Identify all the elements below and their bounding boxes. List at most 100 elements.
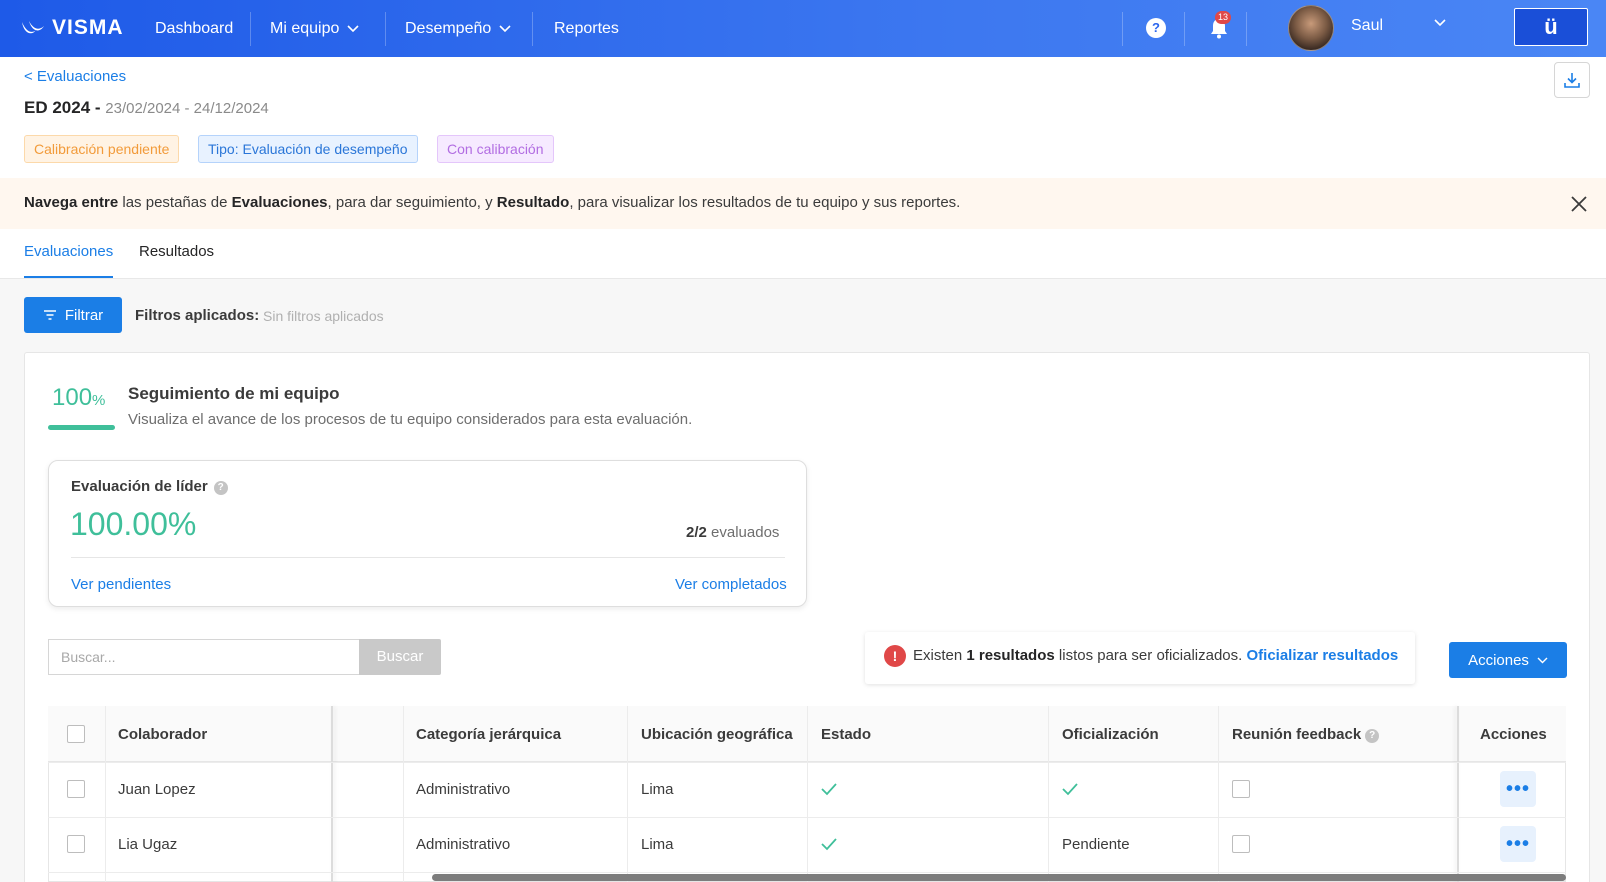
reunion-header-label: Reunión feedback (1232, 726, 1362, 743)
filter-button-label: Filtrar (64, 306, 104, 324)
nav-separator (532, 12, 533, 46)
banner-text-1: las pestañas de (118, 194, 232, 211)
leader-title-text: Evaluación de líder (71, 478, 208, 495)
select-all-checkbox[interactable] (67, 725, 85, 743)
fixed-column-divider (331, 706, 333, 882)
alert-icon: ! (884, 645, 906, 667)
row-categoria: Administrativo (416, 781, 511, 798)
info-banner: Navega entre las pestañas de Evaluacione… (0, 178, 1606, 229)
top-navbar: VISMA Dashboard Mi equipo Desempeño Repo… (0, 0, 1606, 57)
nav-separator (1246, 12, 1247, 46)
leader-card-divider (71, 557, 785, 558)
row-checkbox[interactable] (67, 780, 85, 798)
nav-desempeno[interactable]: Desempeño (405, 0, 511, 57)
column-header-reunion[interactable]: Reunión feedback? (1232, 726, 1380, 743)
close-icon[interactable] (1570, 195, 1588, 213)
view-completed-link[interactable]: Ver completados (675, 576, 787, 593)
info-banner-text: Navega entre las pestañas de Evaluacione… (24, 194, 960, 211)
tracking-progress-bar (48, 425, 115, 430)
column-header-acciones: Acciones (1480, 726, 1547, 743)
tracking-percentage: 100% (52, 384, 105, 412)
banner-bold-3: Resultado (496, 194, 570, 211)
leader-percentage: 100.00% (70, 506, 197, 542)
officialize-results-link[interactable]: Oficializar resultados (1246, 647, 1398, 664)
tracking-percent-value: 100 (52, 384, 93, 411)
column-divider (403, 706, 404, 882)
banner-text-3: , para visualizar los resultados de tu e… (569, 194, 961, 211)
visma-logo[interactable]: VISMA (20, 16, 124, 40)
status-tag: Calibración pendiente (24, 135, 180, 163)
row-categoria: Administrativo (416, 836, 511, 853)
evaluation-dates: 23/02/2024 - 24/12/2024 (105, 100, 269, 117)
tracking-percent-symbol: % (92, 392, 106, 409)
chevron-down-icon (499, 24, 511, 32)
table-row-divider (48, 762, 1566, 763)
evaluation-title: ED 2024 - 23/02/2024 - 24/12/2024 (24, 98, 269, 118)
fixed-column-divider (1457, 706, 1459, 882)
search-button[interactable]: Buscar (359, 639, 441, 675)
nav-reportes[interactable]: Reportes (554, 0, 619, 57)
column-header-ubicacion[interactable]: Ubicación geográfica (641, 726, 793, 743)
brand-name: VISMA (52, 16, 124, 39)
info-icon[interactable]: ? (1365, 729, 1380, 743)
nav-desempeno-label: Desempeño (405, 19, 492, 37)
user-name[interactable]: Saul (1351, 17, 1383, 35)
row-actions-more-button[interactable]: ••• (1500, 771, 1536, 807)
tab-resultados[interactable]: Resultados (139, 243, 214, 260)
alert-text-1: Existen (913, 647, 967, 664)
calibration-tag: Con calibración (437, 135, 554, 163)
column-divider (627, 706, 628, 882)
chevron-down-icon (1537, 657, 1548, 663)
table-row-divider (48, 872, 1566, 873)
row-checkbox[interactable] (67, 835, 85, 853)
nav-mi-equipo[interactable]: Mi equipo (270, 0, 359, 57)
column-header-oficializacion[interactable]: Oficialización (1062, 726, 1159, 743)
row-ubicacion: Lima (641, 836, 674, 853)
nav-separator (385, 12, 386, 46)
column-divider (1218, 706, 1219, 882)
nav-separator (250, 12, 251, 46)
estado-check-icon (821, 783, 837, 796)
nav-separator (1184, 12, 1185, 46)
reunion-feedback-checkbox[interactable] (1232, 780, 1250, 798)
help-icon[interactable]: ? (1146, 18, 1166, 38)
banner-bold-2: Evaluaciones (231, 194, 328, 211)
column-divider (105, 706, 106, 882)
evaluated-count-label: evaluados (706, 524, 780, 541)
estado-check-icon (821, 838, 837, 851)
officialize-alert-text: Existen 1 resultados listos para ser ofi… (913, 647, 1398, 664)
notification-count-badge: 13 (1215, 11, 1232, 24)
actions-button-label: Acciones (1468, 651, 1529, 669)
nav-dashboard[interactable]: Dashboard (155, 0, 233, 57)
nav-separator (1122, 12, 1123, 46)
table-horizontal-scrollbar[interactable] (432, 874, 1566, 881)
view-pending-link[interactable]: Ver pendientes (71, 576, 171, 593)
reunion-feedback-checkbox[interactable] (1232, 835, 1250, 853)
search-input[interactable] (48, 639, 360, 675)
row-colaborador: Juan Lopez (118, 781, 196, 798)
row-ubicacion: Lima (641, 781, 674, 798)
chevron-down-icon (347, 24, 359, 32)
column-divider (807, 706, 808, 882)
active-tab-indicator (24, 276, 113, 278)
table-row-divider (48, 817, 1566, 818)
actions-dropdown-button[interactable]: Acciones (1449, 642, 1567, 678)
download-icon (1564, 73, 1580, 88)
row-colaborador: Lia Ugaz (118, 836, 178, 853)
user-menu-chevron-icon[interactable] (1434, 19, 1446, 27)
filter-icon (43, 310, 56, 320)
tab-evaluaciones[interactable]: Evaluaciones (24, 243, 113, 260)
column-header-categoria[interactable]: Categoría jerárquica (416, 726, 561, 743)
oficializacion-check-icon (1062, 783, 1078, 796)
app-switcher-button[interactable]: ü (1514, 8, 1588, 46)
user-avatar[interactable] (1288, 5, 1334, 51)
banner-text-2: , para dar seguimiento, y (327, 194, 497, 211)
info-icon[interactable]: ? (213, 481, 228, 495)
download-button[interactable] (1554, 62, 1590, 98)
filter-button[interactable]: Filtrar (24, 297, 122, 333)
back-to-evaluaciones-link[interactable]: < Evaluaciones (24, 68, 126, 85)
column-header-estado[interactable]: Estado (821, 726, 871, 743)
column-header-colaborador[interactable]: Colaborador (118, 726, 207, 743)
evaluated-count-value: 2/2 (686, 524, 707, 541)
row-actions-more-button[interactable]: ••• (1500, 826, 1536, 862)
